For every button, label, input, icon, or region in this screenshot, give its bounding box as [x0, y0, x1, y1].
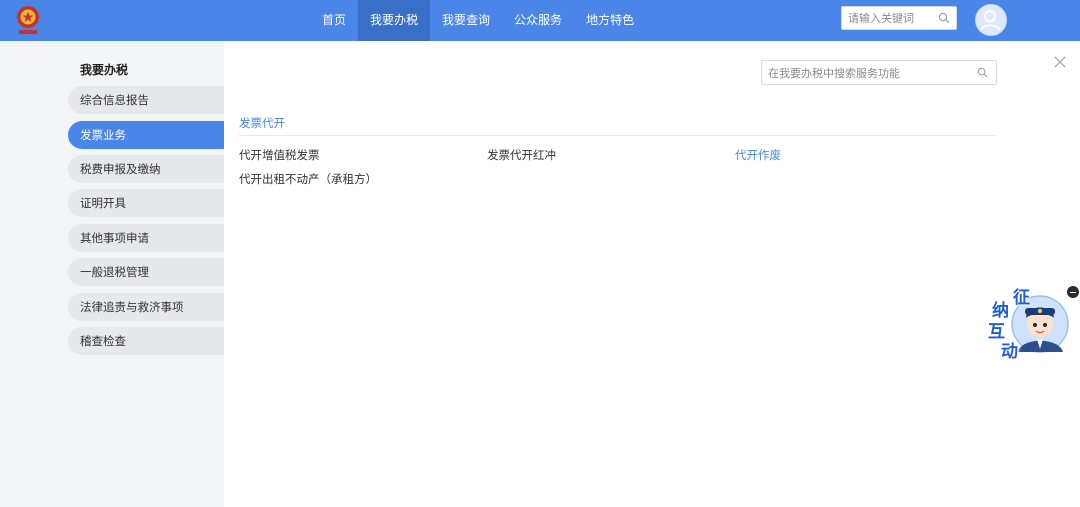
- section-divider: [239, 135, 996, 136]
- main-nav: 首页 我要办税 我要查询 公众服务 地方特色: [310, 0, 646, 41]
- sidebar-item-tax-filing-payment[interactable]: 税费申报及缴纳: [68, 155, 224, 183]
- sidebar-item-other-applications[interactable]: 其他事项申请: [68, 224, 224, 252]
- user-avatar[interactable]: [975, 4, 1007, 36]
- sidebar-item-general-refund[interactable]: 一般退税管理: [68, 258, 224, 286]
- header-search-box: [841, 6, 957, 30]
- service-invoice-red-reversal[interactable]: 发票代开红冲: [487, 147, 556, 163]
- service-widget[interactable]: 征 纳 互 动: [985, 283, 1069, 362]
- sidebar-item-inspection[interactable]: 稽查检查: [68, 327, 224, 355]
- main-content: 发票代开 代开增值税发票 发票代开红冲 代开作废 代开出租不动产（承租方）: [224, 41, 1080, 507]
- sidebar-item-certificate-issuance[interactable]: 证明开具: [68, 189, 224, 217]
- service-search-box: [761, 60, 997, 85]
- nav-query[interactable]: 我要查询: [430, 0, 502, 41]
- sidebar-title: 我要办税: [80, 63, 129, 77]
- service-rental-property-invoice[interactable]: 代开出租不动产（承租方）: [239, 171, 377, 187]
- service-issuance-void[interactable]: 代开作废: [735, 147, 781, 163]
- search-icon[interactable]: [938, 12, 950, 24]
- service-vat-invoice-issuance[interactable]: 代开增值税发票: [239, 147, 320, 163]
- widget-char-4: 动: [1001, 342, 1018, 362]
- search-icon[interactable]: [977, 67, 988, 78]
- user-avatar-icon: [979, 10, 1001, 31]
- top-navigation-bar: 首页 我要办税 我要查询 公众服务 地方特色: [0, 0, 1080, 41]
- sidebar-item-invoice-business[interactable]: 发票业务: [68, 121, 224, 149]
- header-search-input[interactable]: [848, 10, 936, 26]
- widget-char-1: 征: [1013, 288, 1030, 308]
- sidebar-item-legal-remedy[interactable]: 法律追责与救济事项: [68, 293, 224, 321]
- nav-home[interactable]: 首页: [310, 0, 358, 41]
- close-icon[interactable]: [1053, 55, 1067, 69]
- nav-public-service[interactable]: 公众服务: [502, 0, 574, 41]
- nav-local-features[interactable]: 地方特色: [574, 0, 646, 41]
- tax-emblem-icon[interactable]: [14, 3, 42, 37]
- nav-tax-handling[interactable]: 我要办税: [358, 0, 431, 41]
- sidebar-item-comprehensive-info-report[interactable]: 综合信息报告: [68, 86, 224, 114]
- sidebar: 我要办税 综合信息报告 发票业务 税费申报及缴纳 证明开具 其他事项申请 一般退…: [0, 41, 224, 507]
- section-title-invoice-issuance: 发票代开: [239, 116, 285, 130]
- service-search-input[interactable]: [768, 65, 968, 81]
